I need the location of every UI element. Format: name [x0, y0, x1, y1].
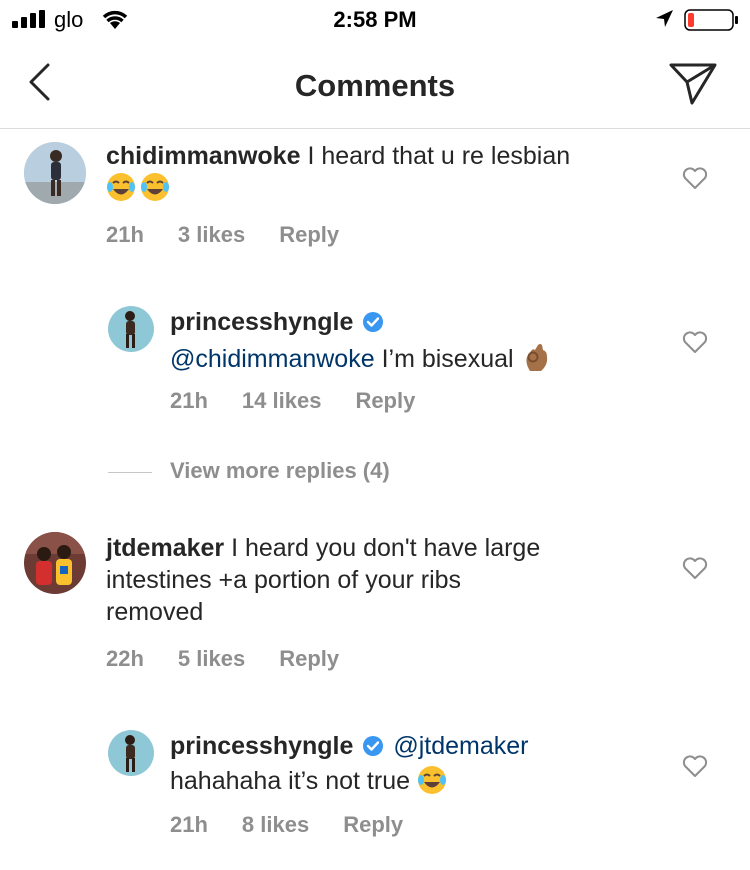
location-arrow-icon	[656, 10, 673, 27]
comment-meta: 22h 5 likes Reply	[106, 646, 373, 672]
comment-time: 21h	[106, 222, 144, 247]
reply-button[interactable]: Reply	[343, 812, 403, 837]
avatar[interactable]	[108, 730, 154, 776]
page-title: Comments	[294, 68, 456, 103]
avatar-image	[24, 532, 86, 594]
reply-button[interactable]: Reply	[279, 646, 339, 671]
comment-body: princesshyngle @chidimmanwoke I’m bisexu…	[170, 306, 670, 381]
mention-link[interactable]: @jtdemaker	[393, 732, 528, 760]
avatar[interactable]	[24, 142, 86, 204]
tears-of-joy-emoji-icon	[140, 172, 170, 210]
comment-meta: 21h 3 likes Reply	[106, 222, 373, 248]
avatar-image	[108, 306, 154, 352]
comment-text: intestines +a portion of your ribs	[106, 566, 462, 594]
comment-meta: 21h 8 likes Reply	[170, 812, 437, 838]
tears-of-joy-emoji-icon	[106, 172, 136, 210]
view-more-replies-button[interactable]: View more replies (4)	[170, 458, 390, 484]
likes-count[interactable]: 8 likes	[242, 812, 309, 837]
verified-badge-icon	[362, 309, 384, 341]
divider	[108, 472, 152, 473]
comment-time: 21h	[170, 388, 208, 413]
reply-button[interactable]: Reply	[355, 388, 415, 413]
avatar[interactable]	[24, 532, 86, 594]
likes-count[interactable]: 3 likes	[178, 222, 245, 247]
ok-hand-emoji-icon	[521, 341, 553, 381]
verified-badge-icon	[362, 733, 384, 765]
comment-text: I’m bisexual	[381, 345, 514, 373]
likes-count[interactable]: 5 likes	[178, 646, 245, 671]
comment-time: 22h	[106, 646, 144, 671]
comment-body: jtdemaker I heard you don't have large i…	[106, 532, 666, 628]
comment-username[interactable]: princesshyngle	[170, 308, 353, 336]
mention-link[interactable]: @chidimmanwoke	[170, 345, 375, 373]
tears-of-joy-emoji-icon	[417, 765, 447, 803]
clock: 2:58 PM	[333, 7, 417, 32]
reply-button[interactable]: Reply	[279, 222, 339, 247]
heart-icon[interactable]	[682, 330, 708, 354]
battery-icon	[684, 9, 738, 31]
comment-username[interactable]: jtdemaker	[106, 534, 224, 562]
navigation-bar: Comments	[0, 40, 750, 129]
heart-icon[interactable]	[682, 556, 708, 580]
avatar[interactable]	[108, 306, 154, 352]
send-icon[interactable]	[668, 62, 718, 106]
comment-meta: 21h 14 likes Reply	[170, 388, 449, 414]
likes-count[interactable]: 14 likes	[242, 388, 322, 413]
comment-text: I heard you don't have large	[231, 534, 541, 562]
status-bar: glo 2:58 PM	[0, 0, 750, 40]
comment-body: chidimmanwoke I heard that u re lesbian	[106, 140, 666, 210]
avatar-image	[24, 142, 86, 204]
comment-text: hahahaha it’s not true	[170, 767, 411, 795]
comment-time: 21h	[170, 812, 208, 837]
heart-icon[interactable]	[682, 166, 708, 190]
comment-body: princesshyngle @jtdemaker hahahaha it’s …	[170, 730, 670, 803]
avatar-image	[108, 730, 154, 776]
comment-username[interactable]: chidimmanwoke	[106, 142, 301, 170]
comment-text: I heard that u re lesbian	[307, 142, 571, 170]
comment-username[interactable]: princesshyngle	[170, 732, 353, 760]
heart-icon[interactable]	[682, 754, 708, 778]
comment-text: removed	[106, 598, 204, 626]
